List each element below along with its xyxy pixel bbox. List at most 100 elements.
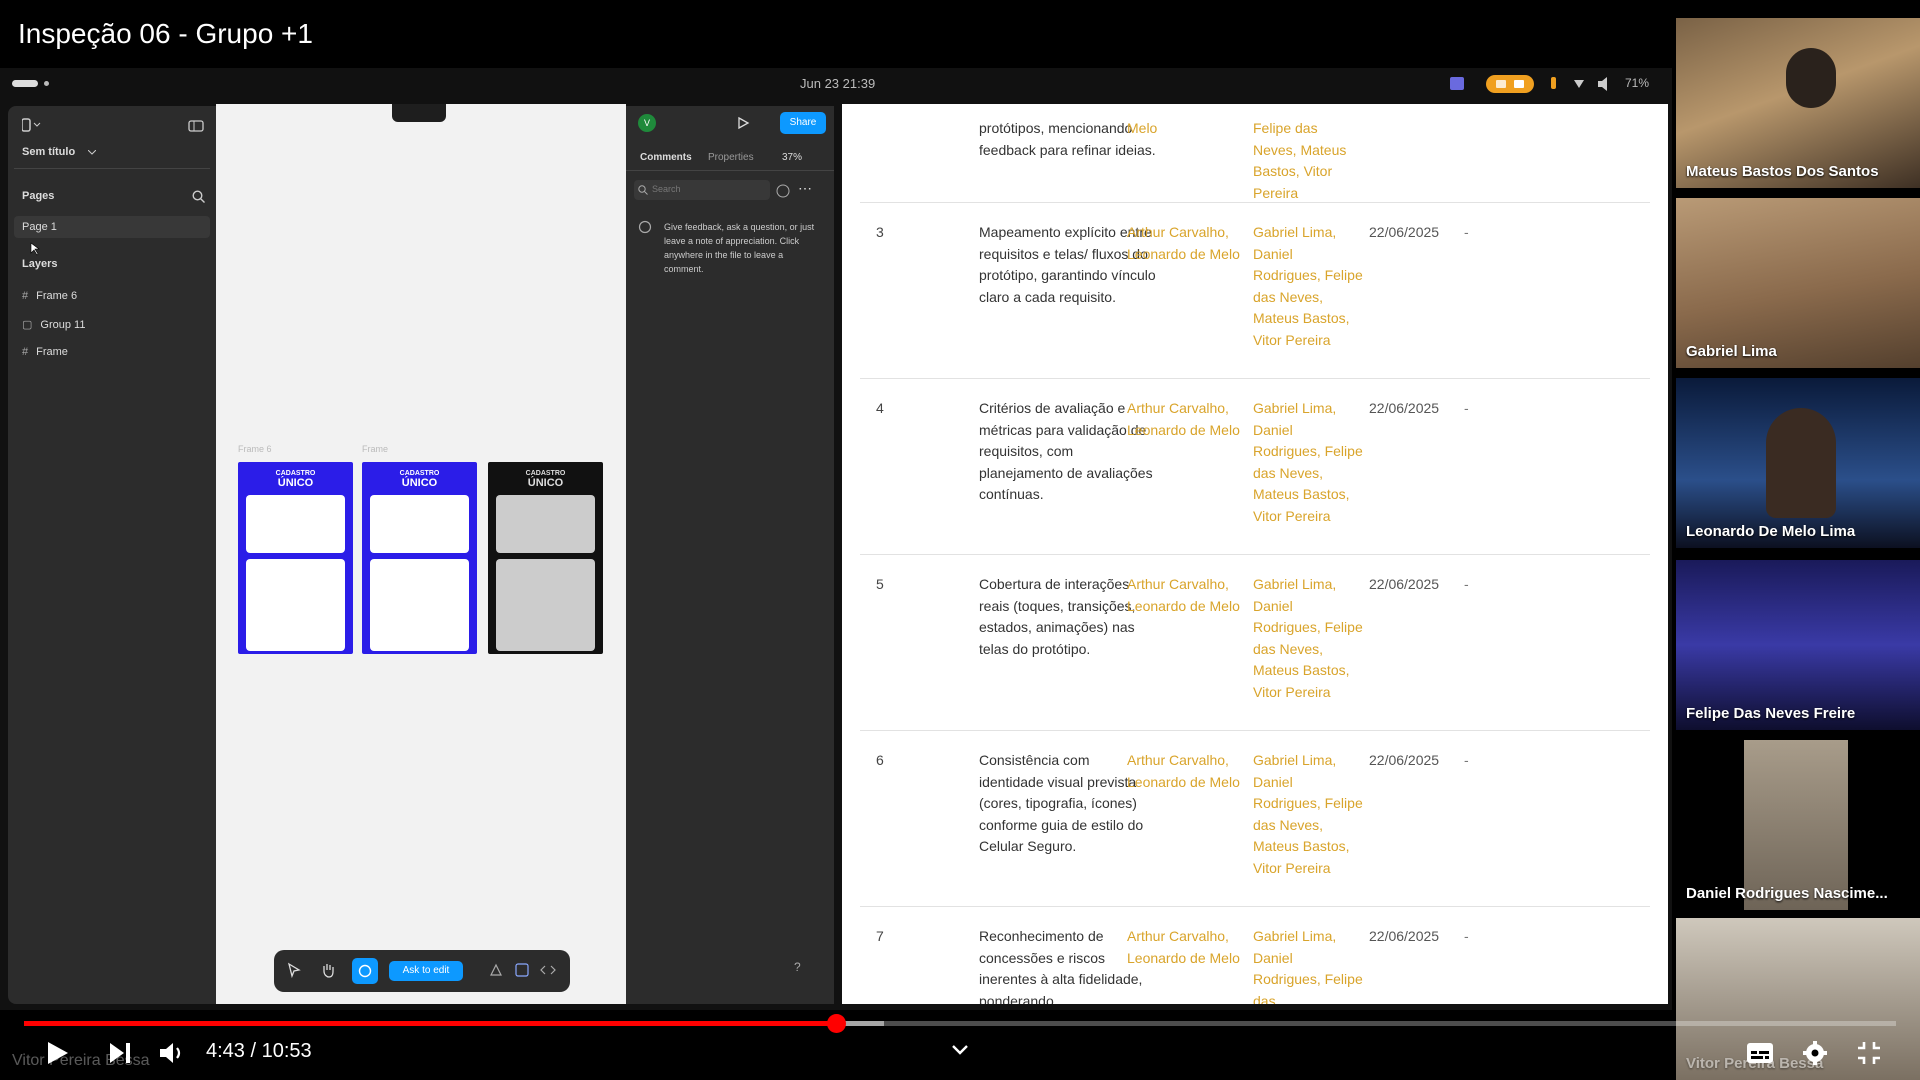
participant-tile[interactable]: Mateus Bastos Dos Santos xyxy=(1676,18,1920,188)
layer-frame-6[interactable]: # Frame 6 xyxy=(22,290,77,302)
pages-heading: Pages xyxy=(22,190,55,202)
mouse-cursor-icon xyxy=(30,242,40,256)
move-tool-icon[interactable] xyxy=(286,962,302,978)
search-icon[interactable] xyxy=(192,190,205,203)
row-number: 3 xyxy=(876,224,884,240)
mock-card xyxy=(496,559,595,651)
row-number: 7 xyxy=(876,928,884,944)
help-button[interactable]: ? xyxy=(794,960,801,974)
avatar[interactable]: V xyxy=(638,114,656,132)
row-responsible: Melo xyxy=(1127,120,1158,136)
figma-menu-icon[interactable] xyxy=(22,118,44,132)
status-dot xyxy=(44,81,49,86)
more-icon[interactable]: ⋯ xyxy=(798,180,812,197)
chevron-down-icon[interactable] xyxy=(88,150,96,156)
mock-title-big: ÚNICO xyxy=(277,477,314,489)
dev-mode-icon[interactable] xyxy=(514,962,530,978)
table-row: 3 Mapeamento explícito entre requisitos … xyxy=(860,202,1650,379)
layer-label: Group 11 xyxy=(40,319,86,331)
gear-icon[interactable] xyxy=(1802,1040,1828,1066)
figma-comments-panel: V Share Comments Properties 37% Search ⋯… xyxy=(626,106,834,1004)
next-icon[interactable] xyxy=(108,1041,132,1065)
status-icons xyxy=(1450,75,1607,93)
layer-group-11[interactable]: ▢ Group 11 xyxy=(22,318,85,331)
comment-icon xyxy=(638,220,652,234)
mock-title-big: ÚNICO xyxy=(401,477,438,489)
frame-label: Frame 6 xyxy=(238,444,272,454)
prototype-frame-2[interactable]: CADASTRO ÚNICO xyxy=(362,462,477,654)
search-icon xyxy=(638,185,648,195)
row-number: 6 xyxy=(876,752,884,768)
row-inspectors: Gabriel Lima, Daniel Rodrigues, Felipe d… xyxy=(1253,224,1363,348)
tab-comments[interactable]: Comments xyxy=(640,152,692,163)
layer-label: Frame 6 xyxy=(36,290,78,302)
row-date: 22/06/2025 xyxy=(1369,752,1440,768)
hand-tool-icon[interactable] xyxy=(320,962,336,978)
prototype-frame-1[interactable]: CADASTRO ÚNICO xyxy=(238,462,353,654)
play-icon[interactable] xyxy=(44,1040,70,1066)
comment-tool-button[interactable] xyxy=(352,958,378,984)
frame-icon: # xyxy=(22,346,29,358)
participant-tile[interactable]: Vitor Pereira Bessa xyxy=(1676,918,1920,1080)
subtitles-icon[interactable] xyxy=(1746,1042,1774,1064)
filter-icon[interactable] xyxy=(776,184,790,198)
divider xyxy=(14,168,210,169)
row-inspectors: Gabriel Lima, Daniel Rodrigues, Felipe d… xyxy=(1253,752,1363,876)
mock-card xyxy=(370,559,469,651)
battery-level: 71% xyxy=(1625,76,1650,90)
table-row: 6 Consistência com identidade visual pre… xyxy=(860,730,1650,907)
time-separator: / xyxy=(250,1040,257,1062)
chevron-down-icon[interactable] xyxy=(950,1043,970,1057)
comment-icon xyxy=(358,964,372,978)
status-time: Jun 23 21:39 xyxy=(800,76,876,91)
mock-title-small: CADASTRO xyxy=(399,470,440,477)
group-icon: ▢ xyxy=(22,319,33,331)
plugin-icon[interactable] xyxy=(488,962,504,978)
mock-card xyxy=(496,495,595,553)
participant-video xyxy=(1766,408,1836,518)
frame-icon: # xyxy=(22,290,29,302)
progress-handle[interactable] xyxy=(826,1014,846,1033)
row-status: - xyxy=(1464,752,1469,768)
code-icon[interactable] xyxy=(540,962,556,978)
row-date: 22/06/2025 xyxy=(1369,576,1440,592)
time-total: 10:53 xyxy=(261,1040,312,1062)
participant-name: Daniel Rodrigues Nascime... xyxy=(1686,885,1888,902)
figma-canvas[interactable]: Frame 6 Frame CADASTRO ÚNICO CADASTRO ÚN… xyxy=(216,104,626,1004)
play-prototype-icon[interactable] xyxy=(736,116,750,130)
participant-tile[interactable]: Daniel Rodrigues Nascime... xyxy=(1676,740,1920,910)
row-responsible: Arthur Carvalho, Leonardo de Melo xyxy=(1127,752,1240,790)
mock-card xyxy=(246,559,345,651)
shared-screen: Jun 23 21:39 71% Sem título Pages Page 1… xyxy=(0,68,1672,1010)
figma-layers-panel: Sem título Pages Page 1 Layers # Frame 6 … xyxy=(8,106,216,1004)
zoom-level[interactable]: 37% xyxy=(782,152,802,163)
row-number: 5 xyxy=(876,576,884,592)
layer-frame[interactable]: # Frame xyxy=(22,346,68,358)
row-status: - xyxy=(1464,400,1469,416)
row-responsible: Arthur Carvalho, Leonardo de Melo xyxy=(1127,576,1240,614)
figma-top-handle[interactable] xyxy=(392,104,446,122)
participant-tile[interactable]: Felipe Das Neves Freire xyxy=(1676,560,1920,730)
file-name[interactable]: Sem título xyxy=(22,146,75,158)
exit-fullscreen-icon[interactable] xyxy=(1856,1040,1882,1066)
inspection-document[interactable]: protótipos, mencionando feedback para re… xyxy=(842,104,1668,1004)
comment-hint: Give feedback, ask a question, or just l… xyxy=(664,222,815,274)
table-row: 4 Critérios de avaliação e métricas para… xyxy=(860,378,1650,555)
participant-tile[interactable]: Gabriel Lima xyxy=(1676,198,1920,368)
sidebar-toggle-icon[interactable] xyxy=(188,120,204,132)
tab-properties[interactable]: Properties xyxy=(708,152,754,163)
row-inspectors: Gabriel Lima, Daniel Rodrigues, Felipe d… xyxy=(1253,576,1363,700)
ask-to-edit-button[interactable]: Ask to edit xyxy=(389,961,463,981)
row-date: 22/06/2025 xyxy=(1369,224,1440,240)
time-display: 4:43 / 10:53 xyxy=(206,1040,312,1063)
participant-name: Mateus Bastos Dos Santos xyxy=(1686,163,1879,180)
comment-search-input[interactable]: Search xyxy=(634,180,770,200)
row-number: 4 xyxy=(876,400,884,416)
prototype-frame-3[interactable]: CADASTRO ÚNICO xyxy=(488,462,603,654)
row-inspectors: Felipe das Neves, Mateus Bastos, Vitor P… xyxy=(1253,120,1347,201)
share-button[interactable]: Share xyxy=(780,112,826,134)
table-row: protótipos, mencionando feedback para re… xyxy=(860,104,1650,203)
participant-tile[interactable]: Leonardo De Melo Lima xyxy=(1676,378,1920,548)
volume-icon[interactable] xyxy=(158,1040,186,1066)
mock-card xyxy=(370,495,469,553)
